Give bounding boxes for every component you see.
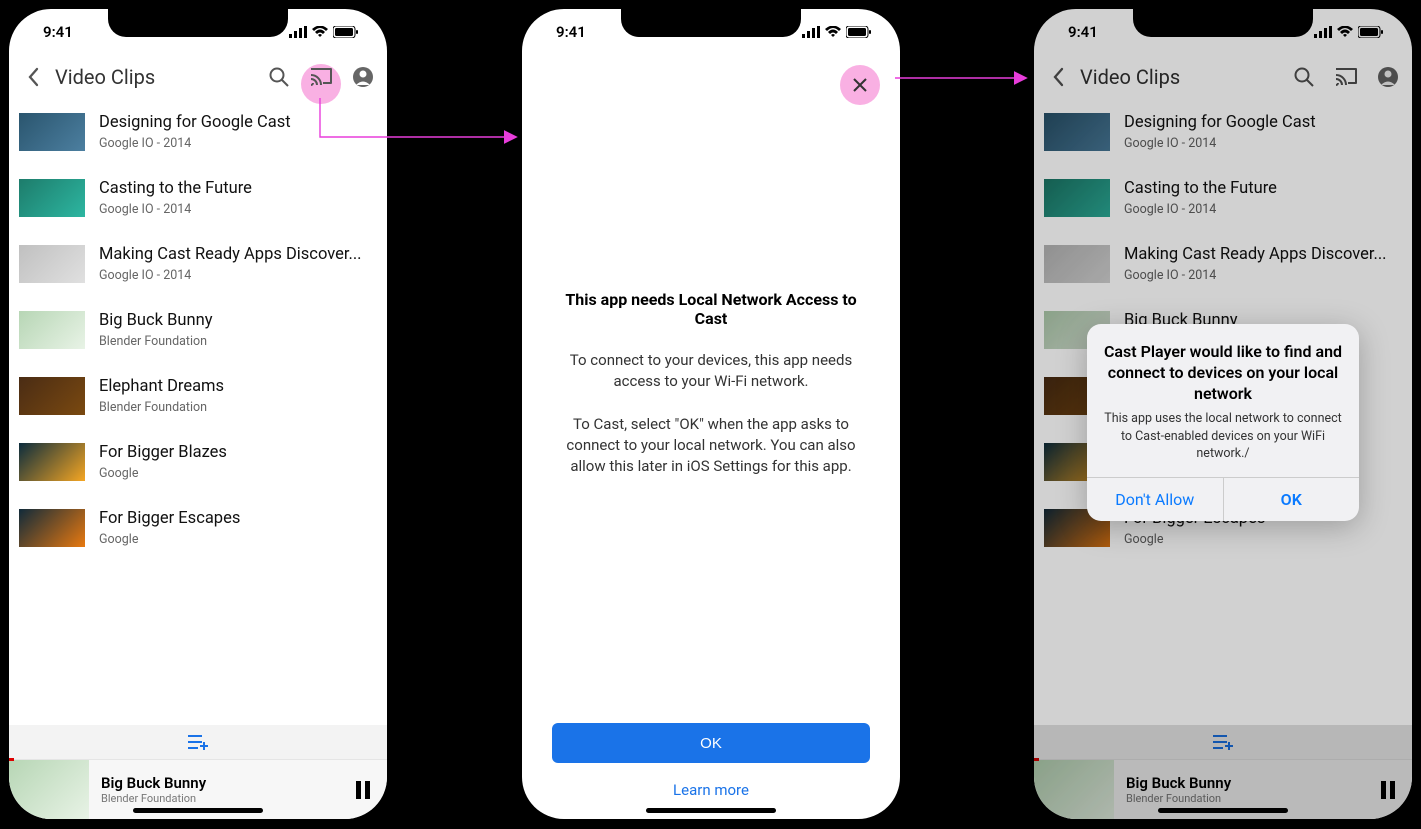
video-subtitle: Google IO - 2014 (99, 136, 377, 151)
status-indicators (289, 26, 359, 38)
learn-more-link[interactable]: Learn more (542, 781, 880, 799)
video-subtitle: Google IO - 2014 (99, 268, 377, 283)
page-title: Video Clips (55, 65, 257, 89)
list-item[interactable]: Designing for Google Cast Google IO - 201… (9, 99, 387, 165)
video-title: For Bigger Escapes (99, 509, 377, 528)
thumbnail (19, 179, 85, 217)
permission-alert: Cast Player would like to find and conne… (1087, 324, 1359, 521)
alert-title: Cast Player would like to find and conne… (1103, 342, 1343, 404)
back-button[interactable] (21, 65, 45, 89)
list-item[interactable]: Casting to the Future Google IO - 2014 (9, 165, 387, 231)
video-subtitle: Google (99, 532, 377, 547)
thumbnail (19, 443, 85, 481)
home-indicator[interactable] (1158, 808, 1288, 813)
interstitial-title: This app needs Local Network Access to C… (552, 290, 870, 328)
allow-ok-button[interactable]: OK (1223, 478, 1360, 521)
battery-icon (333, 26, 359, 38)
video-title: Casting to the Future (99, 179, 377, 198)
interstitial-paragraph: To Cast, select "OK" when the app asks t… (552, 414, 870, 477)
video-title: Big Buck Bunny (99, 311, 377, 330)
search-button[interactable] (267, 65, 291, 89)
close-button[interactable] (840, 65, 880, 105)
thumbnail (19, 113, 85, 151)
video-title: Designing for Google Cast (99, 113, 377, 132)
list-item[interactable]: For Bigger Escapes Google (9, 495, 387, 561)
list-item[interactable]: Making Cast Ready Apps Discover... Google… (9, 231, 387, 297)
home-indicator[interactable] (133, 808, 263, 813)
now-playing-thumbnail (9, 760, 89, 820)
pause-button[interactable] (351, 778, 375, 802)
progress-indicator (9, 758, 14, 761)
cast-button[interactable] (309, 65, 333, 89)
video-subtitle: Google IO - 2014 (99, 202, 377, 217)
video-title: For Bigger Blazes (99, 443, 377, 462)
cellular-icon (289, 26, 307, 38)
thumbnail (19, 509, 85, 547)
alert-message: This app uses the local network to conne… (1103, 410, 1343, 463)
video-list: Designing for Google Cast Google IO - 201… (9, 99, 387, 561)
now-playing-subtitle: Blender Foundation (101, 792, 339, 805)
interstitial-paragraph: To connect to your devices, this app nee… (552, 350, 870, 392)
video-title: Making Cast Ready Apps Discover... (99, 245, 377, 264)
list-item[interactable]: Elephant Dreams Blender Foundation (9, 363, 387, 429)
video-subtitle: Blender Foundation (99, 400, 377, 415)
thumbnail (19, 245, 85, 283)
thumbnail (19, 377, 85, 415)
status-time: 9:41 (43, 23, 73, 41)
video-subtitle: Blender Foundation (99, 334, 377, 349)
ok-button[interactable]: OK (552, 723, 870, 763)
queue-button[interactable] (9, 725, 387, 759)
now-playing-title: Big Buck Bunny (101, 774, 339, 792)
video-title: Elephant Dreams (99, 377, 377, 396)
dont-allow-button[interactable]: Don't Allow (1087, 478, 1223, 521)
list-item[interactable]: Big Buck Bunny Blender Foundation (9, 297, 387, 363)
wifi-icon (312, 26, 328, 38)
thumbnail (19, 311, 85, 349)
video-subtitle: Google (99, 466, 377, 481)
account-button[interactable] (351, 65, 375, 89)
close-icon (852, 77, 868, 93)
list-item[interactable]: For Bigger Blazes Google (9, 429, 387, 495)
home-indicator[interactable] (646, 808, 776, 813)
